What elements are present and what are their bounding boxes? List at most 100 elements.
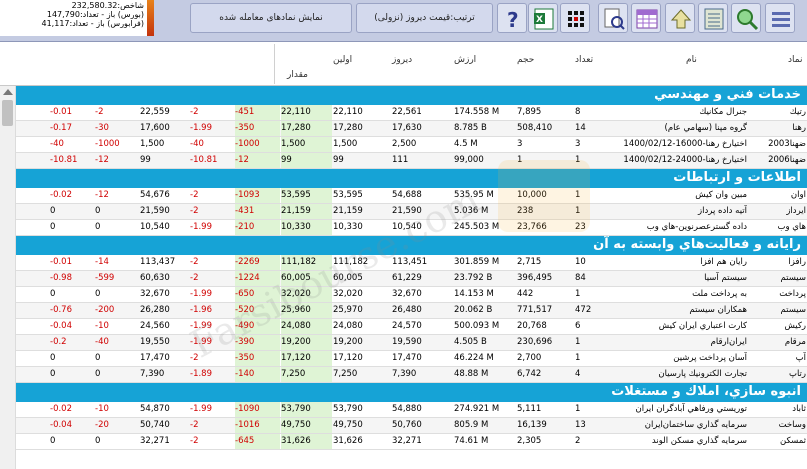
- cell-value: 74.61 M: [454, 436, 489, 446]
- cell-first: 53,595: [333, 190, 363, 200]
- cell-cchange: -2: [95, 107, 104, 117]
- cell-value: 4.505 B: [454, 337, 487, 347]
- cell-last: 60,005: [281, 271, 332, 286]
- table-row[interactable]: وساخت سرمايه گذاري ساختمان‌ايران 13 16,139 8…: [0, 418, 807, 434]
- cell-volume: 771,517: [517, 305, 553, 315]
- sector-title: خدمات فني و مهندسي: [654, 87, 801, 102]
- cell-pct: -1.99: [190, 289, 212, 299]
- cell-value: 14.153 M: [454, 289, 494, 299]
- cell-yesterday: 19,590: [392, 337, 422, 347]
- cell-symbol: اوان: [790, 190, 806, 200]
- cell-close: 54,676: [140, 190, 170, 200]
- cell-cpct: -0.04: [50, 321, 72, 331]
- grid-icon: [568, 11, 584, 27]
- home-button[interactable]: [665, 3, 695, 33]
- help-button[interactable]: ?: [497, 3, 527, 33]
- cell-count: 1: [575, 404, 581, 414]
- show-traded-button[interactable]: نمایش نمادهای معامله شده: [190, 3, 352, 33]
- sort-order-button[interactable]: ترتیب:قیمت دیروز (نزولی): [356, 3, 493, 33]
- menu-button[interactable]: [765, 3, 795, 33]
- table-row[interactable]: اوان مبين وان كيش 1 10,000 535.95 M 54,688 53,…: [0, 188, 807, 204]
- cell-pct: -40: [190, 139, 204, 149]
- table-row[interactable]: رهنا گروه مپنا (سهامي عام) 14 508,410 8.785 …: [0, 121, 807, 137]
- export-excel-button[interactable]: X: [528, 3, 558, 33]
- cell-cchange: -200: [95, 305, 115, 315]
- header-symbol: نماد: [788, 55, 803, 65]
- table-row[interactable]: پرداخت به پرداخت ملت 1 442 14.153 M 32,670 32,…: [0, 287, 807, 303]
- cell-last: 17,120: [281, 351, 332, 366]
- cell-pct: -1.99: [190, 321, 212, 331]
- cell-volume: 16,139: [517, 420, 547, 430]
- cell-volume: 442: [517, 289, 534, 299]
- scroll-thumb[interactable]: [2, 100, 13, 126]
- table-row[interactable]: مرقام ايران‌ارقام 1 230,696 4.505 B 19,590 19,…: [0, 335, 807, 351]
- table-row[interactable]: ثمسكن سرمايه گذاري مسكن الوند 2 2,305 74.61 …: [0, 434, 807, 450]
- cell-value: 23.792 B: [454, 273, 493, 283]
- table-row[interactable]: ضهنا2006 اختيارخ رهنا-24000-1400/02/12 1 1 9…: [0, 153, 807, 169]
- table-row[interactable]: رافزا رايان هم افزا 10 2,715 301.859 M 113,45…: [0, 255, 807, 271]
- cell-close: 17,600: [140, 123, 170, 133]
- cell-pct: -1.89: [190, 369, 212, 379]
- cell-cpct: -0.02: [50, 404, 72, 414]
- header-first: اولین: [333, 55, 353, 65]
- cell-close: 24,560: [140, 321, 170, 331]
- list-view-button[interactable]: [698, 3, 728, 33]
- cell-cchange: 0: [95, 353, 101, 363]
- table-row[interactable]: هاي وب داده گسترعصرنوين-هاي وب 23 23,766 245…: [0, 220, 807, 236]
- cell-count: 10: [575, 257, 586, 267]
- cell-symbol: آپ: [795, 353, 806, 363]
- sector-title: انبوه سازي، املاك و مستغلات: [611, 384, 801, 399]
- cell-change: -140: [235, 367, 280, 382]
- cell-volume: 230,696: [517, 337, 553, 347]
- cell-name: كارت اعتباري ايران كيش: [658, 321, 747, 331]
- table-row[interactable]: ركيش كارت اعتباري ايران كيش 6 20,768 500.093…: [0, 319, 807, 335]
- cell-count: 1: [575, 155, 581, 165]
- cell-name: سرمايه گذاري ساختمان‌ايران: [644, 420, 747, 430]
- scroll-up-arrow-icon[interactable]: [3, 89, 13, 95]
- cell-last: 22,110: [281, 105, 332, 120]
- cell-pct: -2: [190, 190, 199, 200]
- cell-value: 535.95 M: [454, 190, 494, 200]
- grid-view-button[interactable]: [560, 3, 590, 33]
- cell-close: 26,280: [140, 305, 170, 315]
- print-preview-button[interactable]: [598, 3, 628, 33]
- cell-last: 1,500: [281, 137, 332, 152]
- cell-close: 32,670: [140, 289, 170, 299]
- cell-volume: 2,715: [517, 257, 542, 267]
- header-amount: مقدار: [287, 70, 308, 80]
- search-button[interactable]: [731, 3, 761, 33]
- table-row[interactable]: ثاباد توريستي ورفاهي آبادگران ايران 1 5,111…: [0, 402, 807, 418]
- cell-yesterday: 54,688: [392, 190, 422, 200]
- table-row[interactable]: رتيك جنرال مكانيك 8 7,895 174.558 M 22,561 22,…: [0, 105, 807, 121]
- table-row[interactable]: سيستم سيستم آسيا 84 396,495 23.792 B 61,229 60…: [0, 271, 807, 287]
- cell-change: -1016: [235, 418, 280, 433]
- table-row[interactable]: رتاپ تجارت الكترونيك پارسيان 4 6,742 48.88 M…: [0, 367, 807, 383]
- market-index-box: شاخص:232,580.32 (بورس) باز - تعداد:147,7…: [0, 0, 148, 36]
- cell-change: -431: [235, 204, 280, 219]
- cell-count: 6: [575, 321, 581, 331]
- cell-symbol: ضهنا2006: [768, 155, 806, 165]
- cell-symbol: وساخت: [778, 420, 806, 430]
- table-row[interactable]: آپ آسان پرداخت پرشين 1 2,700 46.224 M 17,470 1…: [0, 351, 807, 367]
- header-value: ارزش: [454, 55, 477, 65]
- table-row[interactable]: ايرداز آتيه داده پرداز 1 238 5.036 M 21,590 21…: [0, 204, 807, 220]
- vertical-scrollbar[interactable]: [0, 86, 16, 469]
- cell-close: 10,540: [140, 222, 170, 232]
- cell-cpct: -10.81: [50, 155, 78, 165]
- cell-last: 49,750: [281, 418, 332, 433]
- cell-cchange: -12: [95, 155, 109, 165]
- cell-volume: 2,700: [517, 353, 542, 363]
- table-row[interactable]: ضهنا2003 اختيارخ رهنا-16000-1400/02/12 3 3 4…: [0, 137, 807, 153]
- cell-value: 301.859 M: [454, 257, 500, 267]
- sector-header: خدمات فني و مهندسي: [0, 86, 807, 105]
- cell-count: 1: [575, 337, 581, 347]
- table-row[interactable]: سيستم همكاران سيستم 472 771,517 20.062 B 26,4…: [0, 303, 807, 319]
- cell-pct: -1.96: [190, 305, 212, 315]
- excel-icon: X: [534, 8, 554, 30]
- cell-change: -12: [235, 153, 280, 168]
- cell-pct: -2: [190, 420, 199, 430]
- cell-cpct: -0.17: [50, 123, 72, 133]
- cell-last: 53,595: [281, 188, 332, 203]
- calendar-button[interactable]: [631, 3, 661, 33]
- cell-cpct: 0: [50, 206, 56, 216]
